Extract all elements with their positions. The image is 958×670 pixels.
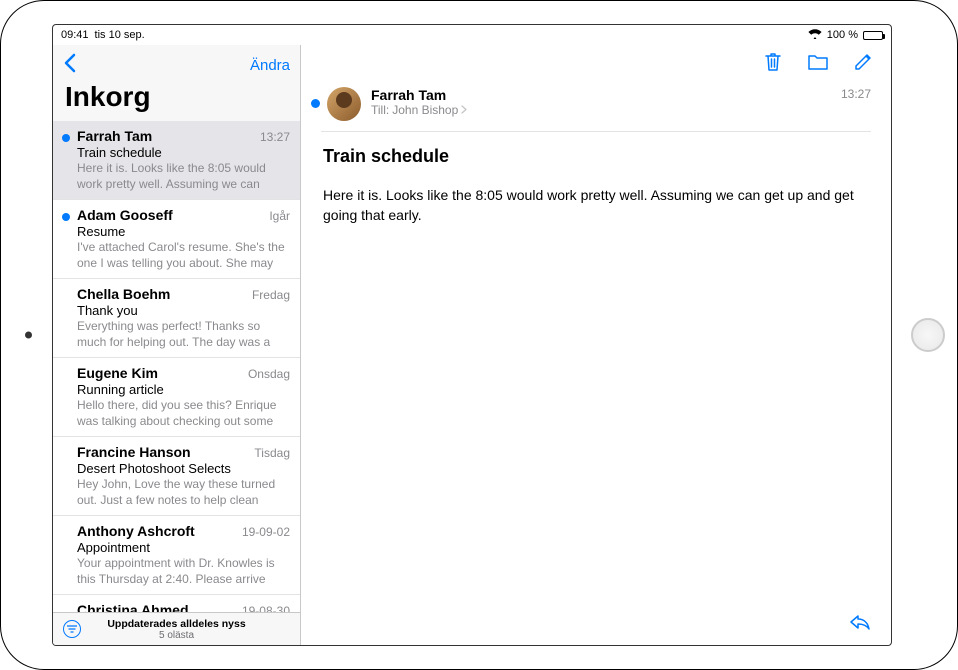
trash-icon[interactable] (763, 51, 783, 78)
filter-icon[interactable] (63, 620, 81, 638)
reply-icon[interactable] (849, 612, 871, 635)
message-preview: Here it is. Looks like the 8:05 would wo… (77, 161, 290, 192)
message-item[interactable]: Eugene Kim OnsdagRunning articleHello the… (53, 358, 300, 437)
message-to[interactable]: Till: John Bishop (371, 103, 841, 117)
message-date: Tisdag (254, 446, 290, 460)
avatar[interactable] (327, 87, 361, 121)
message-preview: Hello there, did you see this? Enrique w… (77, 398, 290, 429)
compose-icon[interactable] (853, 52, 873, 77)
unread-dot-icon (311, 99, 320, 108)
message-item[interactable]: Christina Ahmed19-08-30Saturday HikeHell… (53, 595, 300, 612)
battery-percent: 100 % (827, 29, 858, 41)
message-date: Igår (269, 209, 290, 223)
message-sender: Adam Gooseff (77, 207, 173, 223)
screen: 09:41 tis 10 sep. 100 % Ändra (52, 24, 892, 646)
back-button[interactable] (63, 53, 76, 77)
message-subject-preview: Resume (77, 224, 290, 239)
message-date: Fredag (252, 288, 290, 302)
sidebar-footer: Uppdaterades alldeles nyss 5 olästa (53, 612, 300, 645)
move-folder-icon[interactable] (807, 53, 829, 76)
message-item[interactable]: Anthony Ashcroft 19-09-02AppointmentYour … (53, 516, 300, 595)
message-subject: Train schedule (321, 146, 871, 167)
message-body: Here it is. Looks like the 8:05 would wo… (321, 185, 871, 226)
footer-unread-count: 5 olästa (61, 630, 292, 641)
message-time: 13:27 (841, 87, 871, 121)
message-list[interactable]: Farrah Tam 13:27Train scheduleHere it is.… (53, 121, 300, 612)
message-sender: Christina Ahmed (77, 602, 189, 612)
device-frame: 09:41 tis 10 sep. 100 % Ändra (0, 0, 958, 670)
divider (321, 131, 871, 132)
message-item[interactable]: Adam Gooseff IgårResumeI've attached Caro… (53, 200, 300, 279)
message-preview: Hey John, Love the way these turned out.… (77, 477, 290, 508)
message-preview: I've attached Carol's resume. She's the … (77, 240, 290, 271)
sidebar: Ändra Inkorg Farrah Tam 13:27Train schedu… (53, 45, 301, 645)
chevron-right-icon (461, 103, 467, 117)
message-view: Farrah Tam Till: John Bishop 13:27 (301, 83, 891, 645)
message-from[interactable]: Farrah Tam (371, 87, 841, 103)
message-subject-preview: Running article (77, 382, 290, 397)
to-recipient: John Bishop (392, 103, 458, 117)
message-date: 13:27 (260, 130, 290, 144)
status-date: tis 10 sep. (95, 29, 145, 41)
message-date: 19-09-02 (242, 525, 290, 539)
home-button[interactable] (911, 318, 945, 352)
status-bar: 09:41 tis 10 sep. 100 % (53, 25, 891, 45)
wifi-icon (808, 28, 822, 42)
message-date: Onsdag (248, 367, 290, 381)
unread-dot-icon (62, 134, 70, 142)
message-sender: Anthony Ashcroft (77, 523, 195, 539)
message-preview: Everything was perfect! Thanks so much f… (77, 319, 290, 350)
message-sender: Eugene Kim (77, 365, 158, 381)
footer-updated-text: Uppdaterades alldeles nyss (61, 618, 292, 630)
edit-button[interactable]: Ändra (250, 57, 290, 74)
mail-app: Ändra Inkorg Farrah Tam13:27Train schedu… (53, 45, 891, 645)
message-subject-preview: Desert Photoshoot Selects (77, 461, 290, 476)
content-toolbar (301, 45, 891, 83)
message-sender: Farrah Tam (77, 128, 152, 144)
battery-icon (863, 31, 883, 40)
message-item[interactable]: Chella Boehm FredagThank youEverything wa… (53, 279, 300, 358)
message-subject-preview: Appointment (77, 540, 290, 555)
unread-dot-icon (62, 213, 70, 221)
message-subject-preview: Thank you (77, 303, 290, 318)
to-label: Till: (371, 103, 389, 117)
camera-dot (25, 332, 32, 339)
message-item[interactable]: Farrah Tam 13:27Train scheduleHere it is.… (53, 121, 300, 200)
sidebar-header: Ändra Inkorg (53, 45, 300, 121)
message-subject-preview: Train schedule (77, 145, 290, 160)
message-preview: Your appointment with Dr. Knowles is thi… (77, 556, 290, 587)
status-time: 09:41 (61, 29, 89, 41)
message-item[interactable]: Francine Hanson TisdagDesert Photoshoot S… (53, 437, 300, 516)
message-sender: Chella Boehm (77, 286, 170, 302)
message-date: 19-08-30 (242, 604, 290, 612)
message-sender: Francine Hanson (77, 444, 191, 460)
inbox-title: Inkorg (63, 79, 290, 119)
message-header: Farrah Tam Till: John Bishop 13:27 (321, 87, 871, 131)
content-pane: Farrah Tam Till: John Bishop 13:27 (301, 45, 891, 645)
